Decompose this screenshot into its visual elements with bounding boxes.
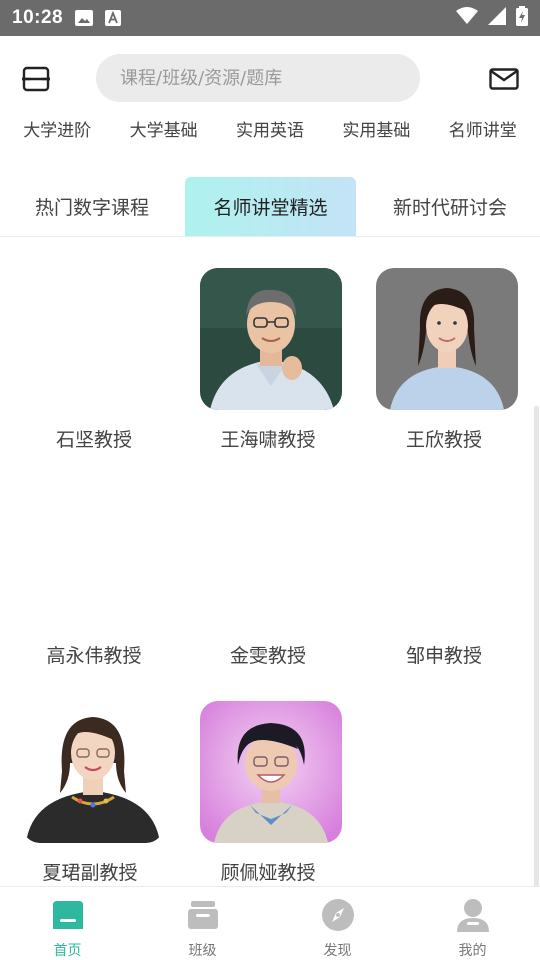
category-bar: 大学进阶 大学基础 实用英语 实用基础 名师讲堂: [0, 114, 540, 148]
nav-class-label: 班级: [188, 943, 217, 959]
messages-button[interactable]: [488, 66, 520, 92]
teacher-card[interactable]: 金雯教授: [178, 476, 358, 692]
tab-featured-lectures[interactable]: 名师讲堂精选: [185, 177, 356, 236]
teacher-card[interactable]: 王海啸教授: [178, 260, 358, 476]
teacher-card[interactable]: 顾佩娅教授: [178, 693, 358, 909]
app-notification-icon: [105, 10, 122, 26]
tab-new-era-seminar[interactable]: 新时代研讨会: [370, 177, 530, 236]
category-famous-lectures[interactable]: 名师讲堂: [449, 114, 517, 148]
teacher-photo-placeholder: [376, 484, 518, 626]
teacher-card[interactable]: 石坚教授: [4, 260, 184, 476]
scan-icon: [22, 66, 50, 92]
teacher-name: 王海啸教授: [220, 429, 316, 451]
teacher-name: 夏珺副教授: [42, 862, 138, 884]
compass-icon: [321, 897, 355, 932]
nav-class[interactable]: 班级: [135, 887, 270, 960]
teacher-photo-placeholder: [200, 484, 342, 626]
category-advanced[interactable]: 大学进阶: [23, 114, 91, 148]
status-bar: 10:28: [0, 0, 540, 36]
content-tabs: 热门数字课程 名师讲堂精选 新时代研讨会: [0, 177, 540, 237]
nav-home[interactable]: 首页: [0, 887, 135, 960]
image-notification-icon: [75, 10, 94, 26]
teacher-name: 顾佩娅教授: [220, 862, 316, 884]
profile-icon: [455, 897, 491, 932]
nav-profile[interactable]: 我的: [405, 887, 540, 960]
teacher-card[interactable]: 王欣教授: [354, 260, 534, 476]
nav-discover-label: 发现: [323, 943, 352, 959]
teacher-name: 金雯教授: [229, 645, 306, 667]
teacher-photo: [376, 268, 518, 410]
nav-profile-label: 我的: [458, 943, 487, 959]
home-icon: [51, 897, 85, 932]
teacher-photo-placeholder: [26, 268, 168, 410]
class-icon: [186, 897, 220, 932]
signal-icon: [488, 7, 506, 29]
teacher-grid: 石坚教授 王海啸教授 王欣教授 高永伟教授 金雯教授 邹申教授 夏珺副教授 顾佩…: [0, 260, 540, 886]
teacher-photo: [200, 701, 342, 843]
scrollbar[interactable]: [534, 406, 539, 888]
mail-icon: [489, 68, 519, 90]
top-bar: [0, 36, 540, 120]
category-practical-basic[interactable]: 实用基础: [342, 114, 410, 148]
nav-discover[interactable]: 发现: [270, 887, 405, 960]
search-bar[interactable]: [96, 54, 420, 102]
battery-icon: [516, 6, 528, 30]
teacher-name: 王欣教授: [405, 429, 482, 451]
teacher-name: 石坚教授: [55, 429, 132, 451]
nav-home-label: 首页: [53, 943, 82, 959]
teacher-card[interactable]: 高永伟教授: [4, 476, 184, 692]
wifi-icon: [456, 7, 478, 29]
teacher-name: 邹申教授: [405, 645, 482, 667]
teacher-photo-placeholder: [26, 484, 168, 626]
category-practical-english[interactable]: 实用英语: [236, 114, 304, 148]
teacher-photo: [22, 701, 164, 843]
tab-hot-digital-courses[interactable]: 热门数字课程: [12, 177, 172, 236]
teacher-card[interactable]: 邹申教授: [354, 476, 534, 692]
search-input[interactable]: [120, 67, 400, 89]
category-basic[interactable]: 大学基础: [130, 114, 198, 148]
teacher-photo: [200, 268, 342, 410]
scan-button[interactable]: [20, 64, 52, 94]
status-time: 10:28: [12, 7, 64, 28]
teacher-card[interactable]: 夏珺副教授: [0, 693, 180, 909]
bottom-nav: 首页 班级 发现 我的: [0, 886, 540, 960]
teacher-name: 高永伟教授: [46, 645, 142, 667]
